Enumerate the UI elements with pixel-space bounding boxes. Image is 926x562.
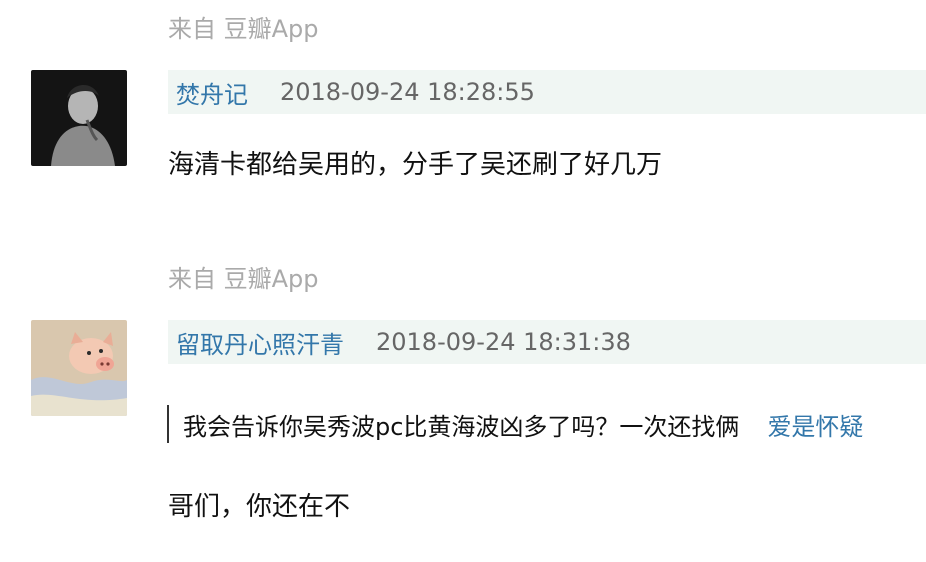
user-avatar[interactable] bbox=[31, 320, 127, 416]
username-link[interactable]: 留取丹心照汗青 bbox=[176, 325, 344, 360]
comment-meta-bar: 焚舟记 2018-09-24 18:28:55 bbox=[168, 70, 926, 114]
quoted-author-link[interactable]: 爱是怀疑 bbox=[767, 407, 863, 442]
comment-source: 来自 豆瓣App bbox=[168, 265, 319, 293]
comment-timestamp: 2018-09-24 18:28:55 bbox=[280, 78, 535, 106]
comment-meta-bar: 留取丹心照汗青 2018-09-24 18:31:38 bbox=[168, 320, 926, 364]
comment-content: 哥们，你还在不 bbox=[168, 492, 351, 522]
comment-timestamp: 2018-09-24 18:31:38 bbox=[376, 328, 631, 356]
user-avatar[interactable] bbox=[31, 70, 127, 166]
comment-content: 海清卡都给吴用的，分手了吴还刷了好几万 bbox=[168, 150, 663, 180]
username-link[interactable]: 焚舟记 bbox=[176, 75, 248, 110]
comment-thread: 来自 豆瓣App 焚舟记 2018-09-24 18:28:55 海清卡都给吴用… bbox=[0, 0, 926, 562]
quoted-text: 我会告诉你吴秀波pc比黄海波凶多了吗？一次还找俩 bbox=[183, 412, 740, 441]
quoted-reply: 我会告诉你吴秀波pc比黄海波凶多了吗？一次还找俩 爱是怀疑 bbox=[167, 405, 863, 443]
woman-silhouette-avatar-icon bbox=[31, 70, 127, 166]
piglet-avatar-icon bbox=[31, 320, 127, 416]
comment-source: 来自 豆瓣App bbox=[168, 15, 319, 43]
